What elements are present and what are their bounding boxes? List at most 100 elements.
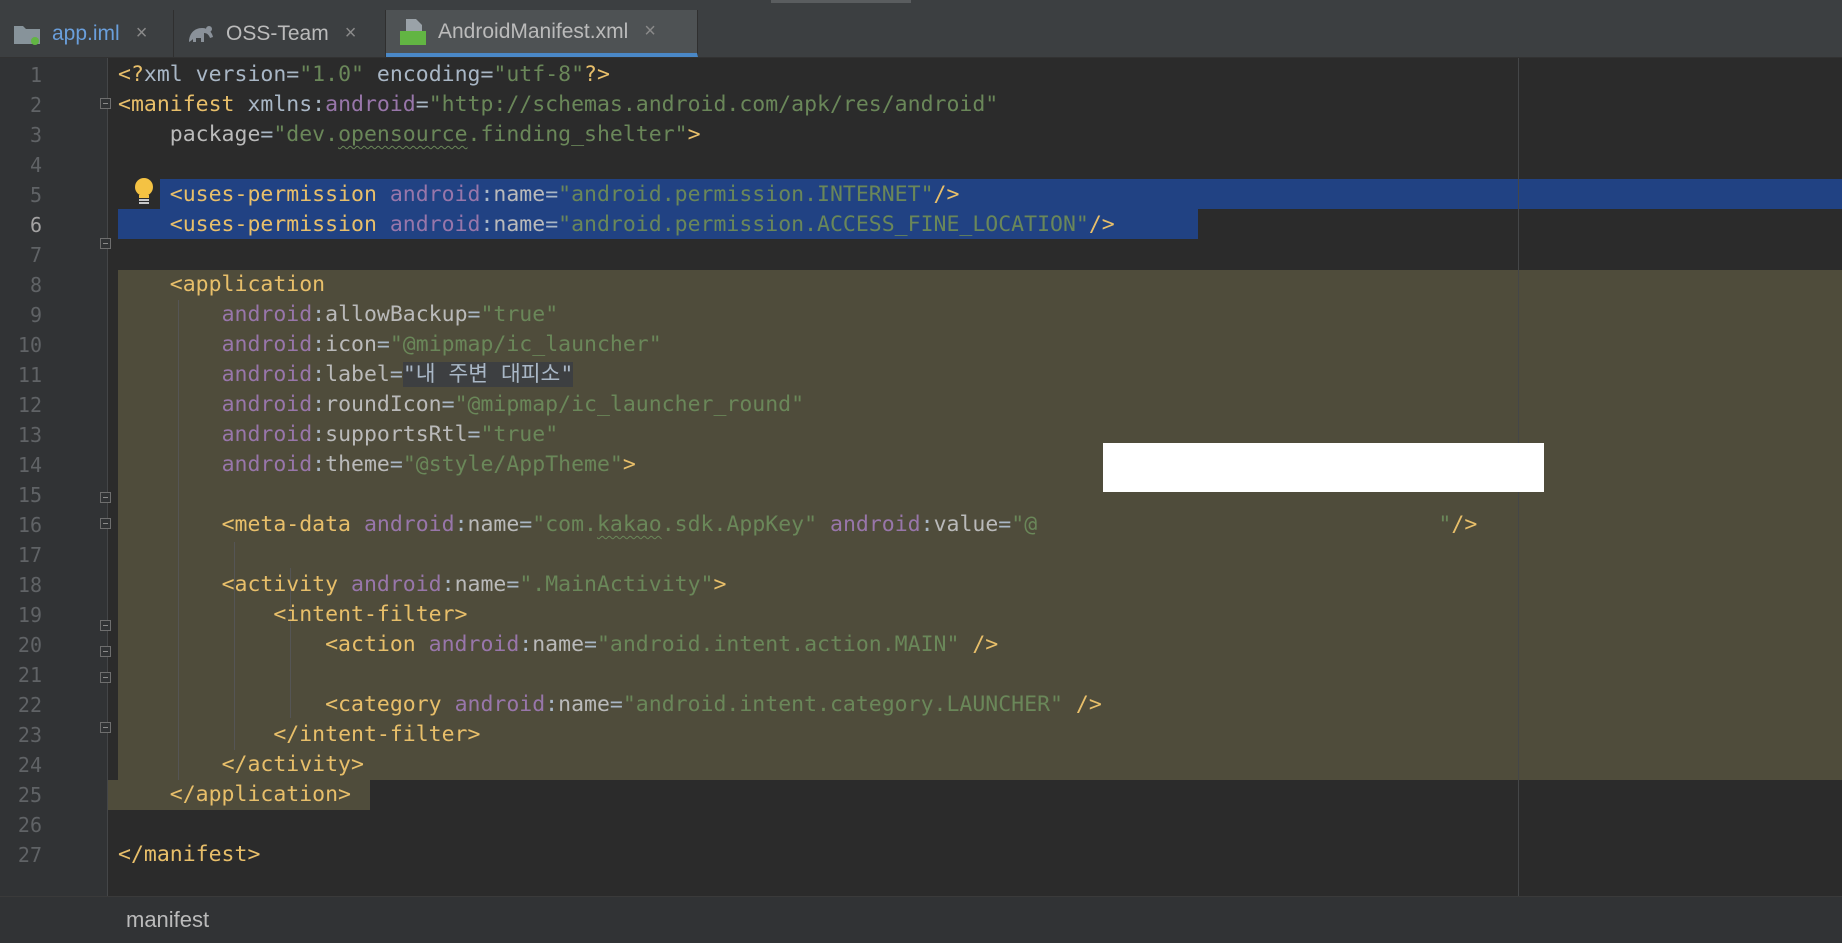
code-token: <meta-data — [221, 512, 364, 537]
line-code: </manifest> — [118, 840, 260, 870]
code-token: <uses-permission — [169, 182, 390, 207]
code-token: = — [584, 632, 597, 657]
code-token: android — [428, 632, 520, 657]
code-token: : — [312, 302, 326, 327]
line-code: </intent-filter> — [118, 720, 480, 750]
code-token: "1.0" — [299, 62, 364, 87]
fold-marker[interactable] — [100, 238, 111, 249]
code-token: name — [493, 212, 546, 237]
editor-tab-bar: app.iml × OSS-Team × AndroidManifest.xml… — [0, 10, 1842, 58]
line-number: 5 — [29, 183, 42, 207]
code-token: = — [998, 512, 1012, 537]
line-number: 23 — [17, 723, 42, 747]
line-number: 2 — [29, 93, 42, 117]
code-token: "android.permission.INTERNET" — [558, 182, 934, 207]
code-token: label — [325, 362, 390, 387]
line-number: 17 — [17, 543, 42, 567]
line-number: 14 — [17, 453, 42, 477]
line-code: <action android:name="android.intent.act… — [118, 630, 998, 660]
tab-label: AndroidManifest.xml — [438, 19, 629, 43]
code-token: /> — [1451, 512, 1478, 537]
close-icon[interactable]: × — [644, 20, 656, 43]
code-token: roundIcon — [325, 392, 442, 417]
line-number: 19 — [17, 603, 42, 627]
fold-marker[interactable] — [100, 492, 111, 503]
line-code: android:label="내 주변 대피소" — [118, 360, 574, 390]
line-number: 8 — [29, 273, 42, 297]
fold-marker[interactable] — [100, 722, 111, 733]
code-token: name — [493, 182, 546, 207]
line-number: 16 — [17, 513, 42, 537]
code-token: /> — [959, 632, 999, 657]
line-code: <uses-permission android:name="android.p… — [118, 210, 1115, 240]
code-token: : — [312, 452, 326, 477]
code-token: "dev. — [273, 122, 339, 147]
code-token: android — [389, 212, 481, 237]
code-token: : — [545, 692, 559, 717]
code-token: : — [312, 362, 326, 387]
line-number: 20 — [17, 633, 42, 657]
code-token: = — [389, 362, 403, 387]
fold-marker[interactable] — [100, 518, 111, 529]
line-code: <?xml version="1.0" encoding="utf-8"?> — [118, 60, 610, 90]
tab-app-iml[interactable]: app.iml × — [0, 10, 174, 57]
code-token: = — [609, 692, 623, 717]
close-icon[interactable]: × — [136, 22, 148, 45]
gradle-elephant-icon — [186, 21, 216, 47]
lightbulb-icon[interactable] — [133, 177, 155, 207]
line-number: 27 — [17, 843, 42, 867]
code-token: "com. — [532, 512, 597, 537]
code-token: "@style/AppTheme" — [402, 452, 623, 477]
line-number: 21 — [17, 663, 42, 687]
code-token: <uses-permission — [169, 212, 390, 237]
tab-android-manifest[interactable]: AndroidManifest.xml × — [386, 10, 698, 57]
fold-marker[interactable] — [100, 98, 111, 109]
code-token: allowBackup — [325, 302, 468, 327]
code-token: = — [467, 422, 481, 447]
code-token: "true" — [480, 422, 559, 447]
code-editor[interactable]: 1 <?xml version="1.0" encoding="utf-8"?> 2… — [0, 58, 1842, 896]
code-token: = — [441, 392, 455, 417]
code-token: > — [622, 452, 636, 477]
code-token: supportsRtl — [325, 422, 468, 447]
line-number: 11 — [17, 363, 42, 387]
code-token: encoding= — [363, 62, 494, 87]
line-number: 22 — [17, 693, 42, 717]
code-token: = — [376, 332, 390, 357]
fold-marker[interactable] — [100, 646, 111, 657]
code-token: <action — [325, 632, 429, 657]
code-token: android — [454, 692, 546, 717]
code-token: android — [221, 362, 313, 387]
close-icon[interactable]: × — [345, 22, 357, 45]
code-token: .finding_shelter" — [467, 122, 688, 147]
code-token: "@mipmap/ic_launcher_round" — [454, 392, 805, 417]
line-number: 7 — [29, 243, 42, 267]
code-token: = — [260, 122, 274, 147]
code-token: "true" — [480, 302, 559, 327]
breadcrumb[interactable]: manifest — [126, 907, 209, 933]
code-token: <? — [118, 62, 144, 87]
line-code: android:icon="@mipmap/ic_launcher" — [118, 330, 662, 360]
fold-marker[interactable] — [100, 672, 111, 683]
tab-oss-team[interactable]: OSS-Team × — [174, 10, 386, 57]
code-token: </application> — [169, 782, 351, 807]
code-token: theme — [325, 452, 390, 477]
code-token: <activity — [221, 572, 352, 597]
code-token: /> — [1062, 692, 1102, 717]
code-token: = — [415, 92, 429, 117]
code-token: "android.intent.category.LAUNCHER" — [622, 692, 1063, 717]
line-code: package="dev.opensource.finding_shelter"… — [118, 120, 701, 150]
fold-marker[interactable] — [100, 620, 111, 631]
line-number: 10 — [17, 333, 42, 357]
code-token: name — [454, 572, 507, 597]
line-code: <manifest xmlns:android="http://schemas.… — [118, 90, 998, 120]
line-number: 24 — [17, 753, 42, 777]
code-token: : — [480, 212, 494, 237]
code-token: "http://schemas.android.com/apk/res/andr… — [428, 92, 999, 117]
code-token: android — [221, 422, 313, 447]
code-token: "@ — [1011, 512, 1038, 537]
